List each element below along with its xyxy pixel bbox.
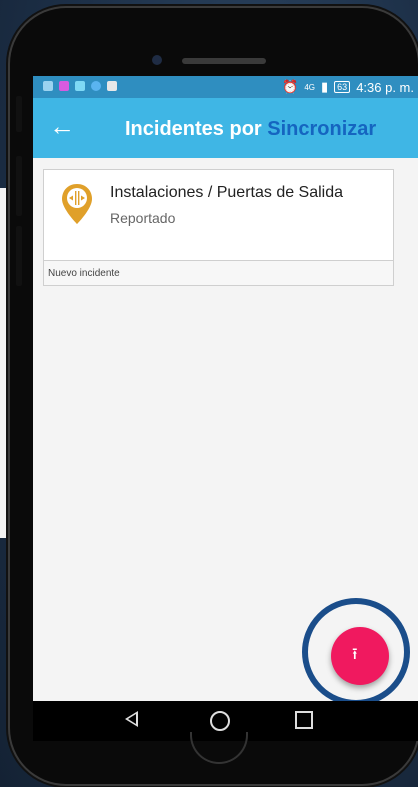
page-title-main: Incidentes por <box>125 118 262 140</box>
notification-app-icon <box>91 81 101 91</box>
battery-icon: 63 <box>334 81 351 93</box>
incident-title: Instalaciones / Puertas de Salida <box>110 184 344 201</box>
phone-volume-down-button <box>16 226 22 286</box>
nav-back-inner <box>128 714 136 724</box>
incident-card[interactable]: Instalaciones / Puertas de Salida Report… <box>43 169 394 261</box>
page-title-highlight: Sincronizar <box>267 118 377 140</box>
nav-back-icon[interactable] <box>125 711 138 727</box>
notification-icons <box>43 81 117 91</box>
sync-upload-button[interactable]: ⭱ <box>331 627 389 685</box>
notification-gallery-icon <box>59 81 69 91</box>
signal-icon: ▮ <box>321 79 329 94</box>
arrow-left-icon[interactable]: ← <box>49 112 75 140</box>
status-time: 4:36 p. m. <box>356 79 414 95</box>
front-camera <box>152 55 162 65</box>
new-incident-label[interactable]: Nuevo incidente <box>43 261 394 286</box>
location-pin-door-icon <box>62 184 92 224</box>
nav-recent-apps-icon[interactable] <box>295 711 313 729</box>
status-indicators: ⏰ 4G ▮ 63 4:36 p. m. <box>282 79 414 95</box>
status-bar: ⏰ 4G ▮ 63 4:36 p. m. <box>33 76 418 98</box>
upload-icon: ⭱ <box>352 646 358 663</box>
notification-message-icon <box>75 81 85 91</box>
alarm-clock-icon: ⏰ <box>282 79 299 94</box>
network-type: 4G <box>304 82 316 92</box>
app-bar: ← Incidentes por Sincronizar <box>33 98 418 158</box>
earpiece-speaker <box>182 58 266 64</box>
phone-side-button <box>16 96 22 132</box>
notification-mail-icon <box>107 81 117 91</box>
notification-sim-icon <box>43 81 53 91</box>
phone-volume-up-button <box>16 156 22 216</box>
page-title: Incidentes por Sincronizar <box>125 118 376 141</box>
incident-status: Reportado <box>110 210 176 226</box>
nav-home-icon[interactable] <box>210 711 230 731</box>
